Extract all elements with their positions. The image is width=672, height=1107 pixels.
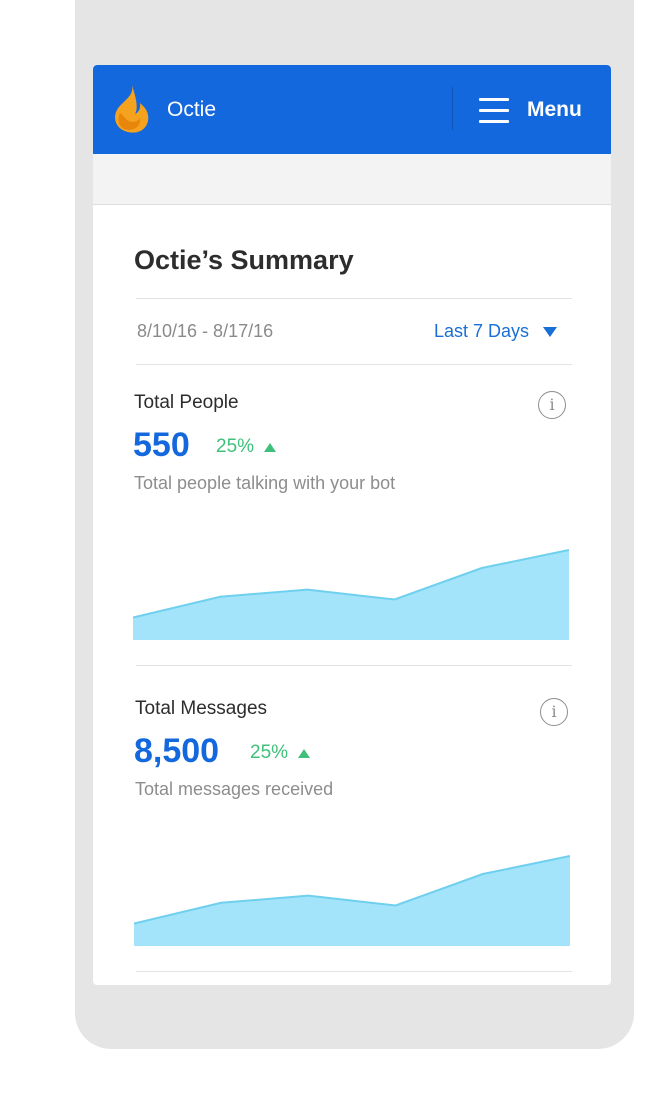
divider [136, 298, 572, 299]
info-icon[interactable]: i [540, 698, 568, 726]
stat-value-total-people: 550 [133, 426, 190, 464]
period-label: Last 7 Days [434, 321, 530, 341]
app-screen: Octie Menu Octie’s Summary 8/10/16 - 8/1… [93, 65, 611, 985]
caret-down-icon [543, 326, 558, 337]
stat-label-total-messages: Total Messages [135, 698, 268, 719]
change-percent: 25% [250, 742, 289, 763]
stat-description-total-messages: Total messages received [135, 779, 334, 799]
trend-up-icon [298, 748, 311, 758]
area-chart-total-people [133, 549, 569, 640]
stat-change-total-people: 25% [216, 436, 277, 458]
stat-description-total-people: Total people talking with your bot [134, 473, 396, 493]
page-title: Octie’s Summary [134, 245, 354, 275]
menu-button[interactable]: Menu [479, 94, 582, 126]
nav-divider [452, 87, 453, 130]
sub-header-bar [93, 154, 611, 205]
flame-logo-icon [115, 85, 149, 133]
divider [136, 665, 572, 666]
divider [136, 364, 572, 365]
date-range: 8/10/16 - 8/17/16 [137, 321, 274, 341]
top-navbar: Octie Menu [93, 65, 611, 154]
stat-value-total-messages: 8,500 [134, 732, 220, 770]
period-dropdown[interactable]: Last 7 Days [434, 321, 558, 342]
info-icon[interactable]: i [538, 391, 566, 419]
change-percent: 25% [216, 436, 255, 457]
stat-change-total-messages: 25% [250, 742, 311, 764]
hamburger-icon [479, 98, 509, 123]
menu-label: Menu [527, 98, 582, 121]
trend-up-icon [264, 442, 277, 452]
divider [136, 971, 572, 972]
stat-label-total-people: Total People [134, 392, 239, 413]
app-name[interactable]: Octie [167, 98, 216, 122]
area-chart-total-messages [134, 855, 570, 946]
